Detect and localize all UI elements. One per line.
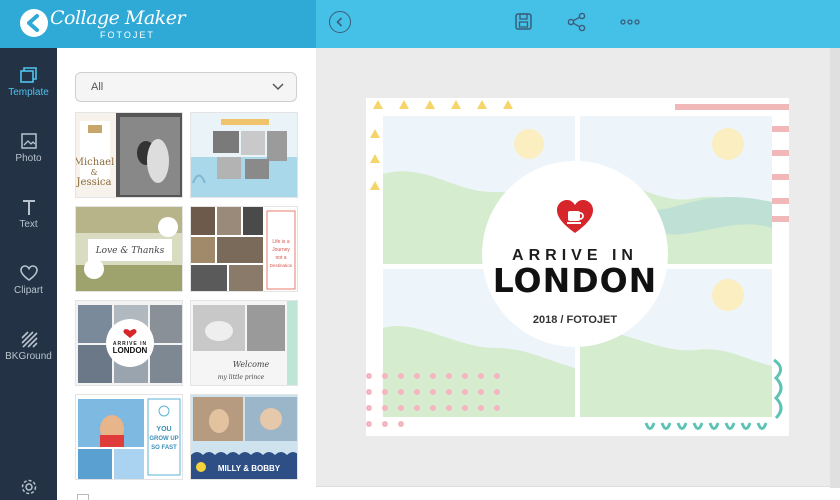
background-icon [20, 331, 38, 348]
cup-heart-icon [557, 200, 593, 233]
heart-icon [19, 265, 38, 281]
title-badge[interactable]: ARRIVE IN LONDON 2018 / FOTOJET [482, 161, 668, 347]
left-nav: Template Photo Text Clipart BKGround [0, 48, 57, 500]
nav-bkground[interactable]: BKGround [0, 330, 57, 390]
save-icon[interactable] [512, 10, 536, 34]
template-thumb-journey[interactable]: Life is a Journey not a Destination [190, 206, 298, 292]
chevron-down-icon [272, 83, 284, 91]
nav-photo[interactable]: Photo [0, 132, 57, 192]
template-thumb-wedding[interactable]: Michael & Jessica [75, 112, 183, 198]
thumb-text-michael: Michael [76, 157, 114, 168]
nav-template[interactable]: Template [0, 66, 57, 126]
template-thumb-grow-up[interactable]: YOU GROW UP SO FAST [75, 394, 183, 480]
nav-clipart[interactable]: Clipart [0, 264, 57, 324]
settings-button[interactable] [0, 478, 57, 498]
category-dropdown[interactable]: All [75, 72, 297, 102]
template-panel: All Michael & Jessica Love & Thanks Life… [57, 48, 316, 500]
thumb-text-journey: Journey [272, 247, 290, 253]
canvas-caption: 2018 / FOTOJET [532, 314, 618, 326]
workspace-bottom-bar [316, 486, 840, 500]
logo-subtitle: FOTOJET [100, 30, 155, 40]
nav-text[interactable]: Text [0, 198, 57, 258]
category-selected: All [91, 81, 104, 93]
top-bar: Collage Maker FOTOJET [0, 0, 840, 48]
back-icon[interactable] [329, 11, 351, 33]
more-icon[interactable] [618, 10, 642, 34]
template-thumb-prince[interactable]: Welcome my little prince [190, 300, 298, 386]
nav-photo-label: Photo [15, 153, 42, 164]
headline-main: LONDON [492, 261, 658, 300]
thumb-text-life: Life is a [272, 239, 289, 245]
workspace: ARRIVE IN LONDON 2018 / FOTOJET [316, 48, 840, 500]
nav-text-label: Text [19, 219, 38, 230]
thumb-text-jessica: Jessica [76, 177, 112, 188]
thumb-text-ampersand: & [90, 168, 97, 177]
gear-icon [21, 479, 36, 495]
template-thumb-love-thanks[interactable]: Love & Thanks [75, 206, 183, 292]
collage-canvas[interactable]: ARRIVE IN LONDON 2018 / FOTOJET [366, 98, 789, 436]
share-icon[interactable] [565, 10, 589, 34]
nav-template-label: Template [8, 87, 49, 98]
thumb-text-milly: MILLY & BOBBY [218, 464, 281, 473]
thumb-text-so-fast: SO FAST [151, 445, 177, 451]
nav-bkground-label: BKGround [5, 351, 52, 362]
thumb-text-welcome: Welcome [233, 360, 270, 369]
template-icon [19, 67, 37, 83]
thumb-text-you: YOU [156, 426, 171, 433]
photo-icon [20, 133, 37, 149]
thumb-text-grow-up: GROW UP [149, 436, 178, 442]
logo-title: Collage Maker [50, 7, 186, 29]
app-window: Collage Maker FOTOJET Template Photo Tex… [0, 0, 840, 500]
template-thumb-london[interactable]: ARRIVE IN LONDON [75, 300, 183, 386]
text-icon [22, 200, 35, 215]
nav-clipart-label: Clipart [14, 285, 43, 296]
logo-area: Collage Maker FOTOJET [0, 0, 316, 48]
thumb-text-love: Love & Thanks [95, 246, 165, 256]
logo-icon [20, 9, 48, 37]
thumb-text-prince: my little prince [218, 374, 265, 381]
template-thumb-milly-bobby[interactable]: MILLY & BOBBY [190, 394, 298, 480]
thumb-text-destination: Destination [270, 263, 293, 268]
vertical-scrollbar[interactable] [830, 48, 840, 488]
template-thumb-baby-blue[interactable] [190, 112, 298, 198]
thumb-text-london: LONDON [113, 346, 148, 355]
show-checkbox[interactable] [77, 494, 89, 500]
thumb-text-not-a: not a [275, 255, 286, 261]
